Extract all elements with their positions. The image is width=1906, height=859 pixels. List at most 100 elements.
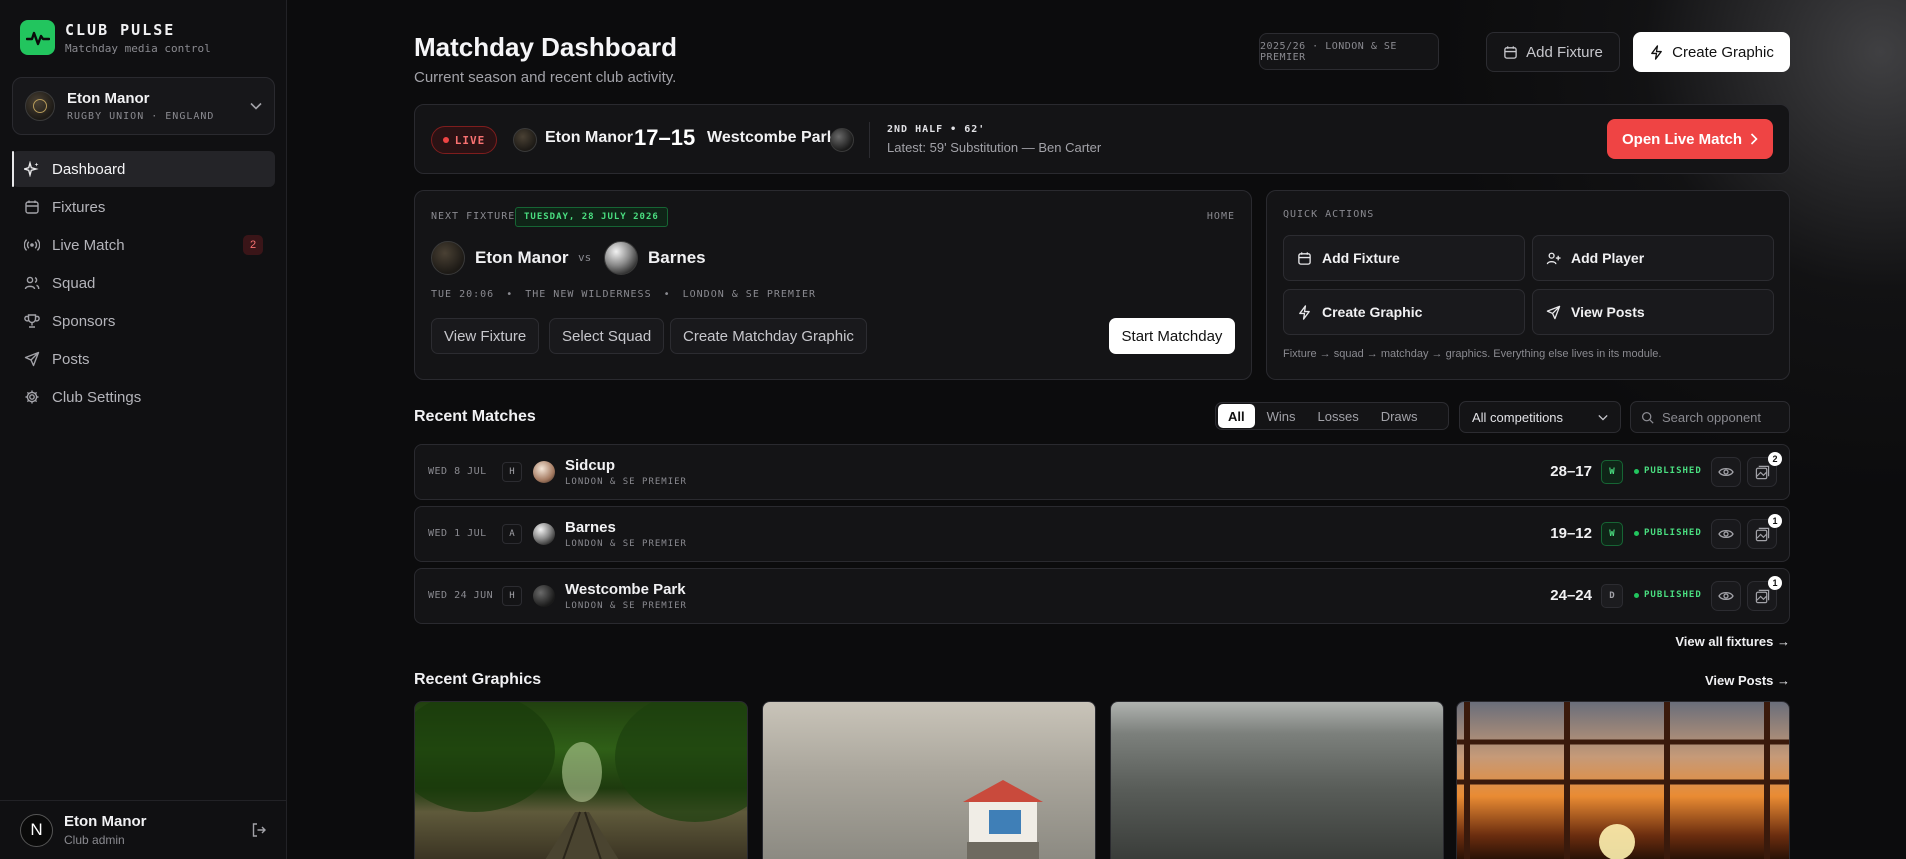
opponent-crest-icon — [533, 523, 555, 545]
filter-draws[interactable]: Draws — [1371, 404, 1428, 428]
quick-actions-label: QUICK ACTIONS — [1283, 209, 1375, 220]
eye-icon — [1718, 466, 1734, 478]
club-switcher[interactable]: Eton Manor RUGBY UNION · ENGLAND — [12, 77, 275, 135]
fixture-competition: LONDON & SE PREMIER — [682, 289, 817, 300]
sidebar-item-posts[interactable]: Posts — [12, 341, 275, 377]
qa-label: Add Player — [1571, 250, 1645, 266]
competition-select[interactable]: All competitions — [1459, 401, 1621, 433]
status-badge: PUBLISHED — [1634, 466, 1702, 476]
competition: LONDON & SE PREMIER — [565, 601, 687, 611]
sidebar-item-squad[interactable]: Squad — [12, 265, 275, 301]
match-graphics-button[interactable]: 2 — [1747, 452, 1782, 487]
filter-all[interactable]: All — [1218, 404, 1255, 428]
chevron-down-icon — [250, 102, 262, 110]
graphics-count-badge: 2 — [1768, 452, 1782, 466]
live-badge: LIVE — [431, 126, 497, 154]
page-subtitle: Current season and recent club activity. — [414, 69, 677, 86]
open-live-match-button[interactable]: Open Live Match — [1607, 119, 1773, 159]
calendar-icon — [24, 199, 40, 215]
graphics-count-badge: 1 — [1768, 576, 1782, 590]
view-fixture-button[interactable]: View Fixture — [431, 318, 540, 354]
graphic-thumbnail[interactable] — [1110, 701, 1444, 859]
search-box — [1630, 401, 1790, 433]
brand-name: CLUB PULSE — [65, 20, 176, 39]
users-icon — [24, 275, 40, 291]
graphic-thumbnail[interactable] — [414, 701, 748, 859]
table-row[interactable]: WED 8 JUL H Sidcup LONDON & SE PREMIER 2… — [414, 444, 1790, 500]
view-match-button[interactable] — [1711, 519, 1741, 549]
sidebar-item-live-match[interactable]: Live Match 2 — [12, 227, 275, 263]
sidebar-item-club-settings[interactable]: Club Settings — [12, 379, 275, 415]
table-row[interactable]: WED 24 JUN H Westcombe Park LONDON & SE … — [414, 568, 1790, 624]
filter-losses[interactable]: Losses — [1308, 404, 1369, 428]
sidebar-item-label: Club Settings — [52, 388, 142, 406]
opponent-crest-icon — [533, 585, 555, 607]
search-input[interactable] — [1662, 409, 1782, 425]
qa-add-fixture-button[interactable]: Add Fixture — [1283, 235, 1525, 281]
brand: CLUB PULSE Matchday media control — [20, 20, 211, 55]
opponent-crest-icon — [533, 461, 555, 483]
logout-icon[interactable] — [251, 822, 267, 838]
view-all-fixtures-link[interactable]: View all fixtures → — [1675, 634, 1790, 649]
user-role: Club admin — [64, 833, 125, 847]
next-fixture-label: NEXT FIXTURE — [431, 211, 516, 222]
pulse-logo-icon — [20, 20, 55, 55]
match-date: WED 1 JUL — [428, 528, 487, 539]
status-badge: PUBLISHED — [1634, 528, 1702, 538]
chevron-right-icon — [1750, 133, 1758, 145]
qa-view-posts-button[interactable]: View Posts — [1532, 289, 1774, 335]
graphic-thumbnail[interactable] — [762, 701, 1096, 859]
season-badge: 2025/26 · LONDON & SE PREMIER — [1259, 33, 1439, 70]
page-title: Matchday Dashboard — [414, 32, 677, 62]
sidebar-item-dashboard[interactable]: Dashboard — [12, 151, 275, 187]
result-badge: W — [1601, 522, 1623, 546]
separator: • — [663, 289, 671, 300]
filter-wins[interactable]: Wins — [1257, 404, 1306, 428]
create-matchday-graphic-button[interactable]: Create Matchday Graphic — [670, 318, 867, 354]
bolt-icon — [1649, 44, 1664, 60]
next-fixture-card: NEXT FIXTURE TUESDAY, 28 JULY 2026 HOME … — [414, 190, 1252, 380]
add-fixture-button[interactable]: Add Fixture — [1486, 32, 1620, 72]
qa-create-graphic-button[interactable]: Create Graphic — [1283, 289, 1525, 335]
create-graphic-button[interactable]: Create Graphic — [1633, 32, 1790, 72]
graphic-thumbnail[interactable] — [1456, 701, 1790, 859]
view-match-button[interactable] — [1711, 457, 1741, 487]
qa-label: Create Graphic — [1322, 304, 1423, 320]
separator: • — [506, 289, 514, 300]
table-row[interactable]: WED 1 JUL A Barnes LONDON & SE PREMIER 1… — [414, 506, 1790, 562]
divider — [869, 122, 870, 158]
sidebar-item-sponsors[interactable]: Sponsors — [12, 303, 275, 339]
live-match-bar: LIVE Eton Manor 17–15 Westcombe Park 2ND… — [414, 104, 1790, 174]
match-graphics-button[interactable]: 1 — [1747, 514, 1782, 549]
gear-icon — [24, 389, 40, 405]
home-crest-icon — [431, 241, 465, 275]
status-dot-icon — [1634, 592, 1639, 598]
sidebar-item-label: Fixtures — [52, 198, 106, 216]
live-away-team: Westcombe Park — [707, 129, 836, 146]
view-posts-link[interactable]: View Posts → — [1705, 673, 1790, 688]
quick-actions-card: QUICK ACTIONS Add Fixture Add Player Cre… — [1266, 190, 1790, 380]
qa-add-player-button[interactable]: Add Player — [1532, 235, 1774, 281]
start-matchday-button[interactable]: Start Matchday — [1109, 318, 1235, 354]
competition: LONDON & SE PREMIER — [565, 539, 687, 549]
match-date: WED 24 JUN — [428, 590, 494, 601]
match-score: 24–24 — [1550, 587, 1592, 604]
match-graphics-button[interactable]: 1 — [1747, 576, 1782, 611]
match-date: WED 8 JUL — [428, 466, 487, 477]
fixture-time: TUE 20:06 — [431, 289, 495, 300]
home-away-badge: H — [502, 586, 522, 606]
sidebar-item-label: Squad — [52, 274, 96, 292]
sidebar-item-label: Live Match — [52, 236, 125, 254]
match-score: 28–17 — [1550, 463, 1592, 480]
opponent-name: Westcombe Park — [565, 581, 686, 598]
eye-icon — [1718, 528, 1734, 540]
view-match-button[interactable] — [1711, 581, 1741, 611]
select-squad-button[interactable]: Select Squad — [549, 318, 665, 354]
opponent-name: Sidcup — [565, 457, 616, 474]
send-icon — [1546, 305, 1561, 320]
sidebar-item-fixtures[interactable]: Fixtures — [12, 189, 275, 225]
send-icon — [24, 351, 40, 367]
status-dot-icon — [1634, 468, 1639, 474]
images-icon — [1755, 527, 1770, 542]
avatar[interactable]: N — [20, 813, 53, 847]
